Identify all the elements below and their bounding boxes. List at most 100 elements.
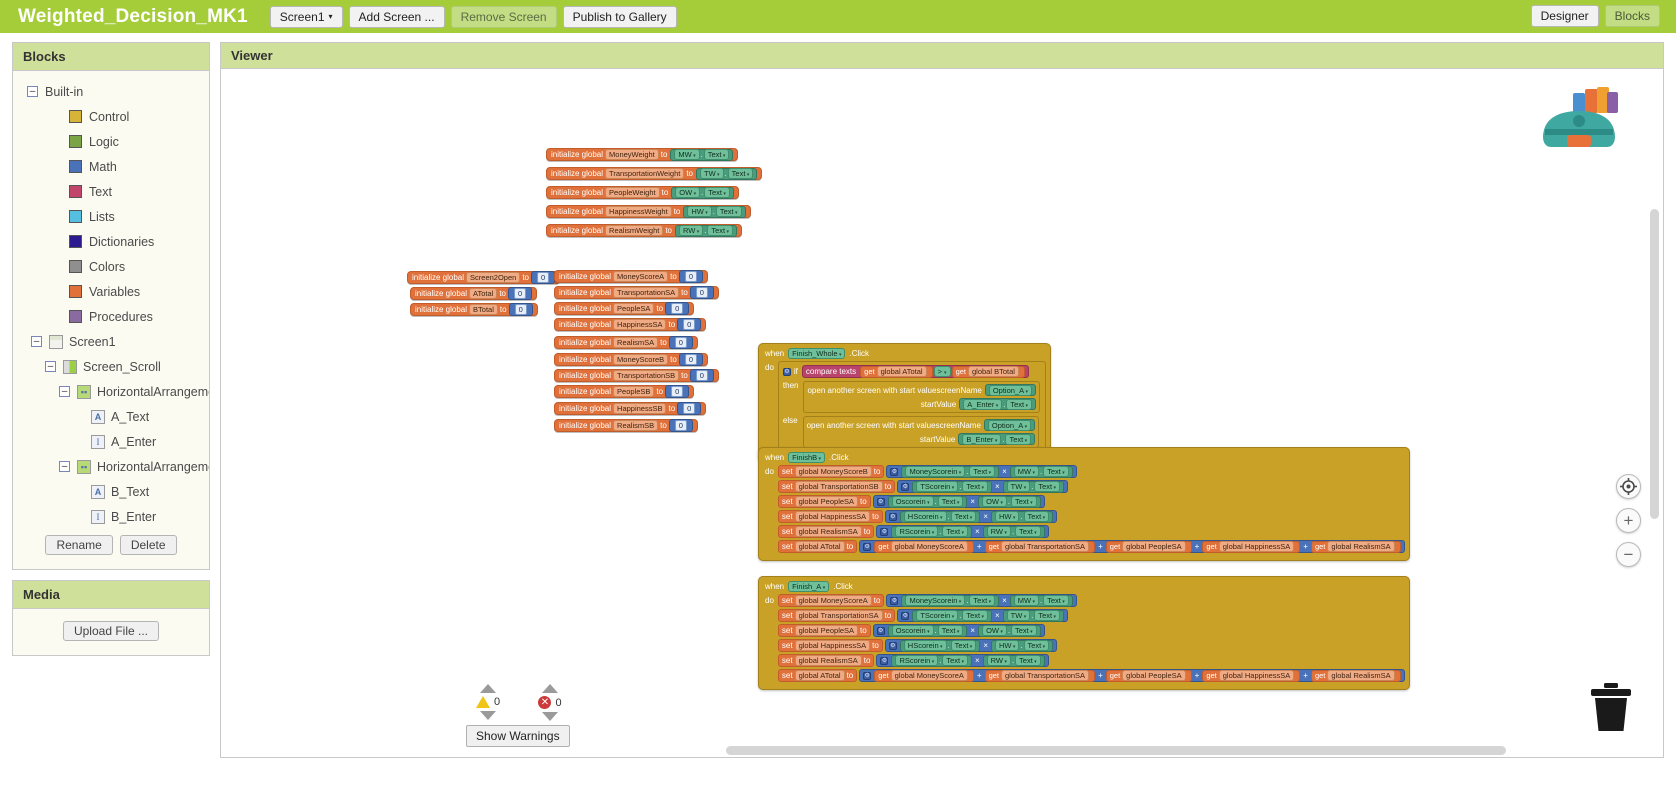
- collapse-toggle-icon[interactable]: –: [27, 86, 38, 97]
- builtin-category-procedures[interactable]: Procedures: [13, 304, 209, 329]
- builtin-category-control[interactable]: Control: [13, 104, 209, 129]
- collapse-toggle-icon[interactable]: –: [45, 361, 56, 372]
- number-block[interactable]: 0: [678, 353, 703, 366]
- mutator-icon[interactable]: ⚙: [890, 467, 899, 476]
- number-block[interactable]: 0: [508, 287, 533, 300]
- component-property-getter[interactable]: MW.Text: [1009, 594, 1073, 607]
- publish-to-gallery-button[interactable]: Publish to Gallery: [562, 5, 677, 28]
- event-block-finishb[interactable]: whenFinishB.Clickdosetglobal MoneyScoreB…: [758, 447, 1410, 561]
- component-property-getter[interactable]: Oscorein.Text: [887, 624, 968, 637]
- set-variable-block[interactable]: set global HappinessSA to: [777, 510, 883, 523]
- trash-can-icon[interactable]: [1589, 682, 1633, 737]
- global-name[interactable]: RealismSB: [613, 420, 659, 431]
- init-global-block[interactable]: initialize global PeopleSA to 0: [554, 302, 695, 315]
- global-name[interactable]: HappinessSB: [613, 403, 667, 414]
- number-value[interactable]: 0: [683, 319, 696, 330]
- mutator-icon[interactable]: ⚙: [863, 671, 872, 680]
- set-variable-block[interactable]: set global RealismSA to: [777, 654, 875, 667]
- add-block[interactable]: ⚙ get global MoneyScoreA + get global Transpo…: [859, 540, 1405, 553]
- component-property-getter[interactable]: HW.Text: [991, 639, 1054, 652]
- builtin-category-dictionaries[interactable]: Dictionaries: [13, 229, 209, 254]
- component-property-getter[interactable]: TW.Text: [1002, 480, 1065, 493]
- property-dropdown[interactable]: Text: [942, 655, 968, 666]
- mutator-icon[interactable]: ⚙: [880, 656, 889, 665]
- component-dropdown[interactable]: OW: [982, 625, 1007, 636]
- variable-dropdown[interactable]: global MoneyScoreA: [794, 595, 872, 606]
- builtin-category-lists[interactable]: Lists: [13, 204, 209, 229]
- global-name[interactable]: HappinessWeight: [605, 206, 672, 217]
- number-block[interactable]: 0: [665, 385, 690, 398]
- component-property-getter[interactable]: HScorein.Text: [899, 510, 981, 523]
- property-dropdown[interactable]: Text: [1043, 595, 1069, 606]
- mutator-icon[interactable]: ⚙: [901, 482, 910, 491]
- set-variable-block[interactable]: set global MoneyScoreB to: [777, 465, 885, 478]
- property-dropdown[interactable]: Text: [1005, 433, 1032, 445]
- variable-dropdown[interactable]: global PeopleSA: [1122, 541, 1186, 552]
- component-property-getter[interactable]: MoneyScorein.Text: [901, 465, 1000, 478]
- mutator-icon[interactable]: ⚙: [863, 542, 872, 551]
- number-block[interactable]: 0: [689, 286, 714, 299]
- number-block[interactable]: 0: [531, 271, 556, 284]
- screen-dropdown[interactable]: Option_A: [987, 419, 1032, 431]
- number-value[interactable]: 0: [684, 271, 697, 282]
- error-next-arrow-icon[interactable]: [542, 712, 558, 721]
- number-value[interactable]: 0: [683, 403, 696, 414]
- global-name[interactable]: TransportationSA: [613, 287, 680, 298]
- component-dropdown[interactable]: MW: [1013, 466, 1039, 477]
- error-prev-arrow-icon[interactable]: [542, 684, 558, 693]
- designer-button[interactable]: Designer: [1530, 5, 1599, 27]
- component-dropdown[interactable]: HW: [995, 640, 1020, 651]
- backpack-icon[interactable]: [1537, 85, 1623, 162]
- variable-dropdown[interactable]: global MoneyScoreA: [890, 541, 968, 552]
- property-dropdown[interactable]: Text: [703, 149, 730, 160]
- global-name[interactable]: ATotal: [469, 288, 498, 299]
- component-property-getter[interactable]: RW.Text: [982, 525, 1045, 538]
- global-name[interactable]: RealismWeight: [605, 225, 664, 236]
- property-dropdown[interactable]: Text: [937, 625, 964, 636]
- number-value[interactable]: 0: [671, 303, 684, 314]
- multiply-block[interactable]: ⚙MoneyScorein.Text×MW.Text: [886, 465, 1077, 478]
- compare-texts-block[interactable]: compare textsgetglobal ATotal> getglobal…: [801, 365, 1029, 378]
- init-global-block[interactable]: initialize global MoneyScoreA to 0: [554, 270, 708, 283]
- horizontal-scrollbar[interactable]: [726, 746, 1506, 755]
- variable-dropdown[interactable]: global HappinessSA: [794, 511, 871, 522]
- component-dropdown[interactable]: OW: [982, 496, 1007, 507]
- property-dropdown[interactable]: Text: [942, 526, 968, 537]
- global-name[interactable]: MoneyScoreB: [613, 354, 669, 365]
- show-warnings-button[interactable]: Show Warnings: [466, 725, 570, 747]
- get-block[interactable]: get global TransportationSA: [984, 540, 1096, 553]
- screen-name-value[interactable]: Option_A: [984, 384, 1036, 396]
- set-variable-block[interactable]: set global PeopleSA to: [777, 495, 871, 508]
- property-dropdown[interactable]: Text: [1015, 526, 1041, 537]
- property-dropdown[interactable]: Text: [937, 496, 964, 507]
- builtin-category-variables[interactable]: Variables: [13, 279, 209, 304]
- component-dropdown[interactable]: A_Enter: [963, 398, 1003, 410]
- multiply-block[interactable]: ⚙HScorein.Text×HW.Text: [884, 510, 1058, 523]
- property-dropdown[interactable]: Text: [969, 466, 996, 477]
- open-screen-block[interactable]: open another screen with start value scre…: [802, 416, 1040, 448]
- delete-button[interactable]: Delete: [119, 535, 177, 555]
- add-screen-button[interactable]: Add Screen ...: [348, 5, 445, 28]
- zoom-out-button[interactable]: −: [1616, 542, 1641, 567]
- property-dropdown[interactable]: Text: [707, 225, 734, 236]
- if-else-block[interactable]: ⚙ifcompare textsgetglobal ATotal> getglo…: [777, 361, 1046, 454]
- warning-prev-arrow-icon[interactable]: [480, 684, 496, 693]
- number-block[interactable]: 0: [677, 402, 702, 415]
- init-global-block[interactable]: initialize globalHappinessWeighttoHW.Tex…: [546, 205, 751, 218]
- component-property-getter[interactable]: RScorein.Text: [891, 525, 972, 538]
- variable-dropdown[interactable]: global PeopleSA: [1122, 670, 1186, 681]
- open-screen-block[interactable]: open another screen with start value scre…: [803, 381, 1040, 413]
- builtin-category-colors[interactable]: Colors: [13, 254, 209, 279]
- get-block[interactable]: get global RealismSA: [1310, 669, 1401, 682]
- set-variable-block[interactable]: set global RealismSA to: [777, 525, 875, 538]
- set-variable-block[interactable]: set global MoneyScoreA to: [777, 594, 885, 607]
- blocks-workspace[interactable]: initialize globalMoneyWeighttoMW.Textini…: [221, 69, 1663, 757]
- component-dropdown[interactable]: HW: [687, 206, 712, 217]
- global-name[interactable]: PeopleSA: [613, 303, 655, 314]
- property-dropdown[interactable]: Text: [1023, 640, 1050, 651]
- component-property-getter[interactable]: TW.Text: [1002, 609, 1065, 622]
- tree-node-horizontalarrangemen[interactable]: –▪▪ HorizontalArrangemen: [13, 454, 209, 479]
- component-dropdown[interactable]: MoneyScorein: [905, 466, 966, 477]
- remove-screen-button[interactable]: Remove Screen: [450, 5, 557, 28]
- init-global-block[interactable]: initialize global BTotal to 0: [410, 303, 538, 316]
